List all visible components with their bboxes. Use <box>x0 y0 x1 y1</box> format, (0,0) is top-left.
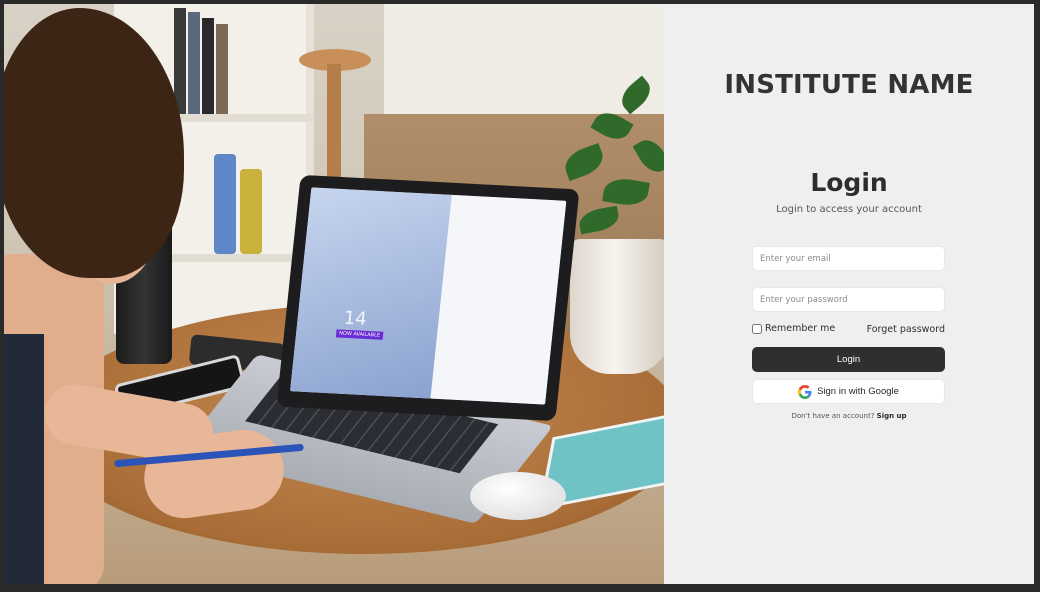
remember-me[interactable]: Remember me <box>752 323 835 334</box>
laptop-display-badge: NOW AVAILABLE <box>335 329 384 340</box>
computer-mouse <box>470 472 566 520</box>
institute-name: INSTITUTE NAME <box>724 70 974 100</box>
laptop-screen: 14 NOW AVAILABLE <box>276 174 580 422</box>
google-signin-label: Sign in with Google <box>817 386 899 397</box>
signup-row: Don't have an account? Sign up <box>664 412 1034 420</box>
page-frame: 14 NOW AVAILABLE INSTITUTE NAME Login Lo… <box>4 4 1034 584</box>
book <box>216 24 228 114</box>
signup-prompt: Don't have an account? <box>791 412 875 420</box>
login-button[interactable]: Login <box>752 347 945 372</box>
laptop-display-number: 14 <box>342 307 368 330</box>
stool-leg <box>327 64 341 184</box>
forget-password-link[interactable]: Forget password <box>867 324 945 335</box>
person-top <box>4 334 44 584</box>
hero-photo: 14 NOW AVAILABLE <box>4 4 664 584</box>
password-field[interactable] <box>752 287 945 312</box>
google-g-icon <box>798 384 812 399</box>
page-subtitle: Login to access your account <box>776 204 922 215</box>
signup-link[interactable]: Sign up <box>877 412 907 420</box>
bottle <box>240 169 262 254</box>
bottle <box>214 154 236 254</box>
login-panel: INSTITUTE NAME Login Login to access you… <box>664 4 1034 584</box>
laptop-display-sidebar <box>430 194 567 405</box>
remember-me-label: Remember me <box>765 323 836 334</box>
email-field[interactable] <box>752 246 945 271</box>
remember-me-checkbox[interactable] <box>752 323 762 334</box>
google-signin-button[interactable]: Sign in with Google <box>752 379 945 404</box>
book <box>202 18 214 114</box>
page-title: Login <box>810 168 888 197</box>
laptop-display: 14 NOW AVAILABLE <box>290 187 567 405</box>
laptop-display-hero: 14 NOW AVAILABLE <box>290 187 452 399</box>
book <box>188 12 200 114</box>
plant-pot <box>570 239 664 374</box>
